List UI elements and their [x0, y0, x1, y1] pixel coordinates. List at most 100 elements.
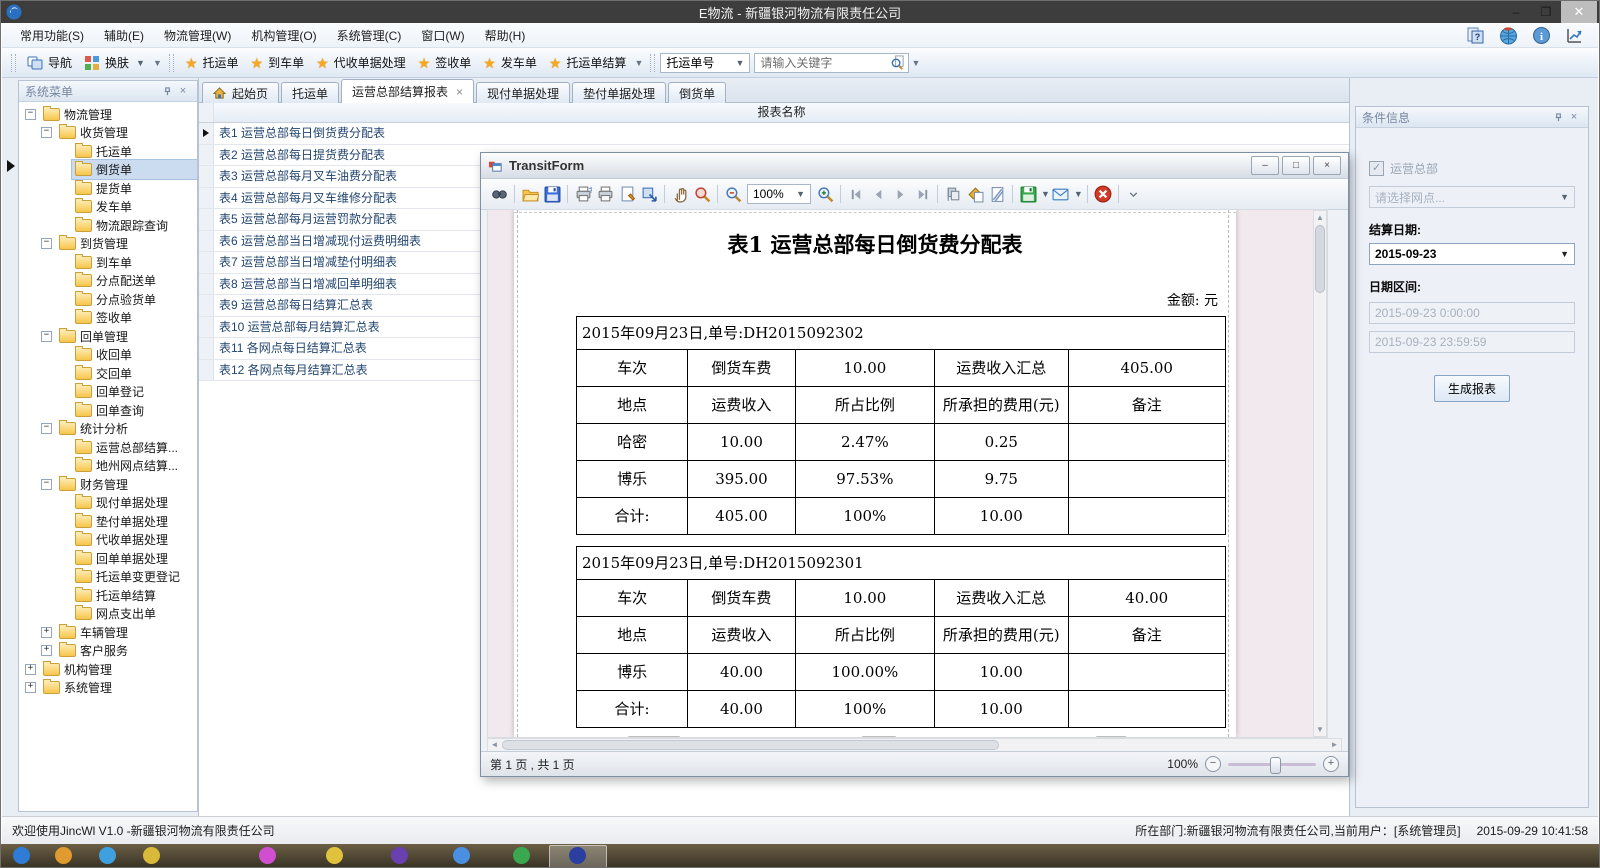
taskbar-app-icon[interactable] [143, 847, 160, 864]
tab-home[interactable]: 起始页 [202, 82, 279, 103]
vertical-scroll-thumb[interactable] [1315, 225, 1325, 293]
find-icon[interactable] [488, 183, 510, 205]
info-icon[interactable]: i [1532, 26, 1551, 45]
dock-expand-arrow[interactable] [7, 160, 15, 172]
pin-icon[interactable] [1550, 110, 1566, 124]
close-button[interactable]: × [1313, 156, 1341, 175]
menu-item[interactable]: 物流管理(W) [154, 23, 241, 48]
tree-item[interactable]: −到货管理 [19, 235, 197, 254]
tree-item[interactable]: 签收单 [19, 309, 197, 328]
next-page-icon[interactable] [889, 183, 911, 205]
tab-document[interactable]: 运营总部结算报表× [341, 79, 474, 103]
horizontal-scrollbar[interactable]: ◄ ► [487, 738, 1342, 752]
tree-item[interactable]: 托运单结算 [19, 586, 197, 605]
tree-item[interactable]: +系统管理 [19, 679, 197, 698]
watermark-icon[interactable] [942, 183, 964, 205]
tab-close-icon[interactable]: × [456, 85, 463, 99]
tree-item[interactable]: 发车单 [19, 198, 197, 217]
pin-icon[interactable] [159, 84, 175, 98]
collapse-node-icon[interactable]: − [25, 109, 36, 120]
expand-node-icon[interactable]: + [41, 645, 52, 656]
tree-item[interactable]: +车辆管理 [19, 623, 197, 642]
report-list-row[interactable]: 表1 运营总部每日倒货费分配表 [199, 123, 1349, 145]
favorite-shortcut-button[interactable]: ★托运单结算 [543, 51, 633, 74]
collapse-node-icon[interactable]: − [41, 127, 52, 138]
zoom-out-button[interactable]: − [1205, 756, 1221, 772]
zoom-in-button[interactable]: + [1323, 756, 1339, 772]
tree-item[interactable]: 托运单变更登记 [19, 568, 197, 587]
collapse-node-icon[interactable]: − [41, 238, 52, 249]
taskbar-app-icon[interactable] [569, 847, 586, 864]
minimize-button[interactable]: – [1251, 156, 1279, 175]
favorite-shortcut-button[interactable]: ★托运单 [179, 51, 245, 74]
favorites-overflow-button[interactable]: ▼ [632, 52, 645, 74]
print-quick-icon[interactable] [594, 183, 616, 205]
export-options-dropdown[interactable]: ▼ [1041, 189, 1050, 199]
menu-item[interactable]: 系统管理(C) [327, 23, 412, 48]
edit-page-icon[interactable] [986, 183, 1008, 205]
favorite-shortcut-button[interactable]: ★代收单据处理 [310, 51, 412, 74]
zoom-slider[interactable] [1228, 763, 1316, 766]
favorite-shortcut-button[interactable]: ★发车单 [477, 51, 543, 74]
taskbar-app-icon[interactable] [55, 847, 72, 864]
scale-icon[interactable] [638, 183, 660, 205]
more-icon[interactable] [1123, 183, 1145, 205]
tree-item[interactable]: 提货单 [19, 179, 197, 198]
tree-item[interactable]: +客户服务 [19, 642, 197, 661]
page-setup-icon[interactable] [616, 183, 638, 205]
taskbar-app-icon[interactable] [391, 847, 408, 864]
tree-item[interactable]: 回单单据处理 [19, 549, 197, 568]
pan-icon[interactable] [669, 183, 691, 205]
statistics-icon[interactable] [1565, 26, 1584, 45]
search-overflow-button[interactable]: ▼ [909, 52, 922, 74]
scroll-up-icon[interactable]: ▲ [1314, 211, 1326, 224]
tree-item[interactable]: 交回单 [19, 364, 197, 383]
email-options-dropdown[interactable]: ▼ [1074, 189, 1083, 199]
search-input[interactable] [755, 54, 890, 72]
generate-report-button[interactable]: 生成报表 [1434, 375, 1510, 402]
maximize-button[interactable]: ❐ [1531, 1, 1561, 23]
toolbar-overflow-button[interactable]: ▼ [151, 52, 164, 74]
menu-item[interactable]: 常用功能(S) [10, 23, 94, 48]
navigation-button[interactable]: 导航 [21, 51, 78, 74]
hq-checkbox[interactable]: ✓ [1369, 161, 1384, 176]
tree-item[interactable]: 分点验货单 [19, 290, 197, 309]
zoom-tool-icon[interactable] [691, 183, 713, 205]
close-panel-icon[interactable]: × [175, 84, 191, 98]
zoom-out-icon[interactable] [722, 183, 744, 205]
tree-item[interactable]: +机构管理 [19, 660, 197, 679]
scroll-down-icon[interactable]: ▼ [1314, 723, 1326, 736]
collapse-node-icon[interactable]: − [41, 423, 52, 434]
menu-item[interactable]: 辅助(E) [94, 23, 154, 48]
range-end-input[interactable]: 2015-09-23 23:59:59 [1369, 331, 1575, 353]
globe-icon[interactable] [1499, 26, 1518, 45]
horizontal-scroll-thumb[interactable] [502, 740, 999, 750]
tree-item[interactable]: −财务管理 [19, 475, 197, 494]
taskbar-app-icon[interactable] [259, 847, 276, 864]
tree-item[interactable]: 物流跟踪查询 [19, 216, 197, 235]
tree-item[interactable]: −回单管理 [19, 327, 197, 346]
range-start-input[interactable]: 2015-09-23 0:00:00 [1369, 302, 1575, 324]
search-category-select[interactable]: 托运单号 ▼ [660, 53, 750, 73]
tree-item[interactable]: 倒货单 [19, 161, 197, 180]
favorite-shortcut-button[interactable]: ★到车单 [245, 51, 311, 74]
tab-document[interactable]: 托运单 [281, 82, 339, 103]
help-doc-icon[interactable]: ? [1466, 26, 1485, 45]
tree-item[interactable]: 现付单据处理 [19, 494, 197, 513]
tree-item[interactable]: 回单登记 [19, 383, 197, 402]
taskbar-app-icon[interactable] [453, 847, 470, 864]
export-icon[interactable] [1017, 183, 1039, 205]
prev-page-icon[interactable] [867, 183, 889, 205]
tab-document[interactable]: 倒货单 [668, 82, 726, 103]
email-icon[interactable] [1050, 183, 1072, 205]
vertical-scrollbar[interactable]: ▲ ▼ [1313, 210, 1327, 737]
skin-button[interactable]: 换肤 ▼ [78, 51, 151, 74]
expand-node-icon[interactable]: + [41, 627, 52, 638]
close-report-icon[interactable] [1092, 183, 1114, 205]
settle-date-select[interactable]: 2015-09-23 ▼ [1369, 243, 1575, 265]
collapse-node-icon[interactable]: − [41, 331, 52, 342]
tree-item[interactable]: −统计分析 [19, 420, 197, 439]
scroll-right-icon[interactable]: ► [1328, 739, 1341, 751]
taskbar-app-icon[interactable] [513, 847, 530, 864]
menu-item[interactable]: 窗口(W) [411, 23, 474, 48]
